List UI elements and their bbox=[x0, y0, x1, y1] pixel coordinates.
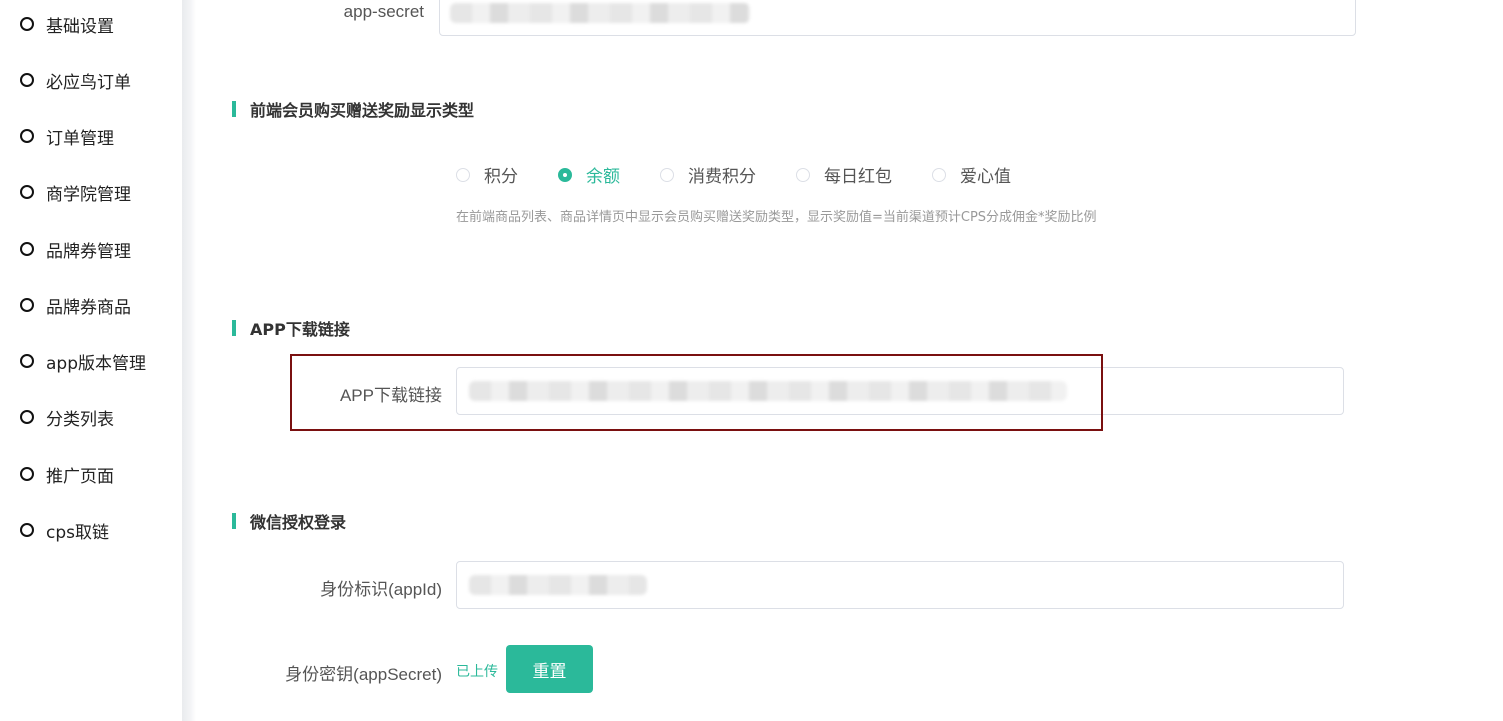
sidebar-item-label: 推广页面 bbox=[46, 466, 114, 487]
redacted-value bbox=[469, 575, 647, 595]
sidebar-item-label: app版本管理 bbox=[46, 353, 146, 374]
circle-icon bbox=[20, 354, 34, 368]
app-download-label: APP下载链接 bbox=[339, 386, 442, 405]
circle-icon bbox=[20, 129, 34, 143]
section-title-text: 微信授权登录 bbox=[250, 513, 347, 532]
app-secret-label: app-secret bbox=[343, 2, 424, 21]
radio-label: 爱心值 bbox=[960, 167, 1011, 187]
sidebar-item-category-list[interactable]: 分类列表 bbox=[20, 405, 114, 430]
sidebar-item-label: 必应鸟订单 bbox=[46, 72, 131, 93]
sidebar-item-label: 分类列表 bbox=[46, 409, 114, 430]
sidebar: 基础设置 必应鸟订单 订单管理 商学院管理 品牌券管理 品牌券商品 app版本管… bbox=[0, 0, 182, 721]
section-title-text: APP下载链接 bbox=[250, 320, 350, 339]
circle-icon bbox=[20, 467, 34, 481]
radio-circle[interactable] bbox=[796, 167, 810, 182]
radio-label: 余额 bbox=[586, 167, 620, 187]
reward-type-hint: 在前端商品列表、商品详情页中显示会员购买赠送奖励类型，显示奖励值=当前渠道预计C… bbox=[456, 210, 1097, 225]
sidebar-item-promotion-page[interactable]: 推广页面 bbox=[20, 462, 114, 487]
uploaded-status: 已上传 bbox=[456, 664, 498, 680]
radio-balance[interactable]: 余额 bbox=[558, 162, 620, 187]
radio-label: 积分 bbox=[484, 167, 518, 187]
circle-icon bbox=[20, 73, 34, 87]
sidebar-item-order-management[interactable]: 订单管理 bbox=[20, 124, 114, 149]
wechat-appid-input[interactable] bbox=[456, 561, 1344, 609]
sidebar-item-label: 商学院管理 bbox=[46, 184, 131, 205]
section-title-app-download: APP下载链接 bbox=[232, 316, 350, 340]
sidebar-item-label: 品牌券商品 bbox=[46, 297, 131, 318]
radio-circle[interactable] bbox=[558, 167, 572, 182]
sidebar-item-label: 基础设置 bbox=[46, 16, 114, 37]
sidebar-item-basic-settings[interactable]: 基础设置 bbox=[20, 12, 114, 37]
radio-points[interactable]: 积分 bbox=[456, 162, 518, 187]
radio-daily-red-packet[interactable]: 每日红包 bbox=[796, 162, 892, 187]
sidebar-item-label: cps取链 bbox=[46, 522, 109, 543]
app-secret-input[interactable] bbox=[439, 0, 1356, 36]
section-title-text: 前端会员购买赠送奖励显示类型 bbox=[250, 101, 475, 120]
section-title-reward-type: 前端会员购买赠送奖励显示类型 bbox=[232, 97, 474, 121]
radio-label: 每日红包 bbox=[824, 167, 892, 187]
circle-icon bbox=[20, 185, 34, 199]
main-content: app-secret 前端会员购买赠送奖励显示类型 积分 余额 消费积分 每日红… bbox=[196, 0, 1503, 721]
sidebar-item-brand-coupon-management[interactable]: 品牌券管理 bbox=[20, 237, 131, 262]
circle-icon bbox=[20, 298, 34, 312]
circle-icon bbox=[20, 242, 34, 256]
radio-consumption-points[interactable]: 消费积分 bbox=[660, 162, 756, 187]
section-accent-bar bbox=[232, 320, 236, 336]
radio-circle[interactable] bbox=[932, 167, 946, 182]
radio-circle[interactable] bbox=[660, 167, 674, 182]
sidebar-item-label: 订单管理 bbox=[46, 128, 114, 149]
sidebar-item-business-school[interactable]: 商学院管理 bbox=[20, 180, 131, 205]
radio-love-value[interactable]: 爱心值 bbox=[932, 162, 1011, 187]
circle-icon bbox=[20, 523, 34, 537]
radio-circle[interactable] bbox=[456, 167, 470, 182]
sidebar-item-cps-link[interactable]: cps取链 bbox=[20, 518, 109, 543]
wechat-appid-label: 身份标识(appId) bbox=[320, 580, 442, 599]
circle-icon bbox=[20, 17, 34, 31]
section-title-wechat-login: 微信授权登录 bbox=[232, 509, 346, 533]
sidebar-item-label: 品牌券管理 bbox=[46, 241, 131, 262]
sidebar-divider bbox=[182, 0, 196, 721]
sidebar-item-biyingniao-orders[interactable]: 必应鸟订单 bbox=[20, 68, 131, 93]
circle-icon bbox=[20, 410, 34, 424]
section-accent-bar bbox=[232, 101, 236, 117]
redacted-value bbox=[469, 381, 1067, 401]
sidebar-item-app-version[interactable]: app版本管理 bbox=[20, 349, 146, 374]
app-download-input[interactable] bbox=[456, 367, 1344, 415]
sidebar-item-brand-coupon-products[interactable]: 品牌券商品 bbox=[20, 293, 131, 318]
section-accent-bar bbox=[232, 513, 236, 529]
redacted-value bbox=[450, 3, 750, 23]
reward-type-radio-group: 积分 余额 消费积分 每日红包 爱心值 bbox=[456, 162, 1051, 187]
wechat-secret-label: 身份密钥(appSecret) bbox=[285, 665, 442, 684]
reset-button[interactable]: 重置 bbox=[506, 645, 593, 693]
radio-label: 消费积分 bbox=[688, 167, 756, 187]
